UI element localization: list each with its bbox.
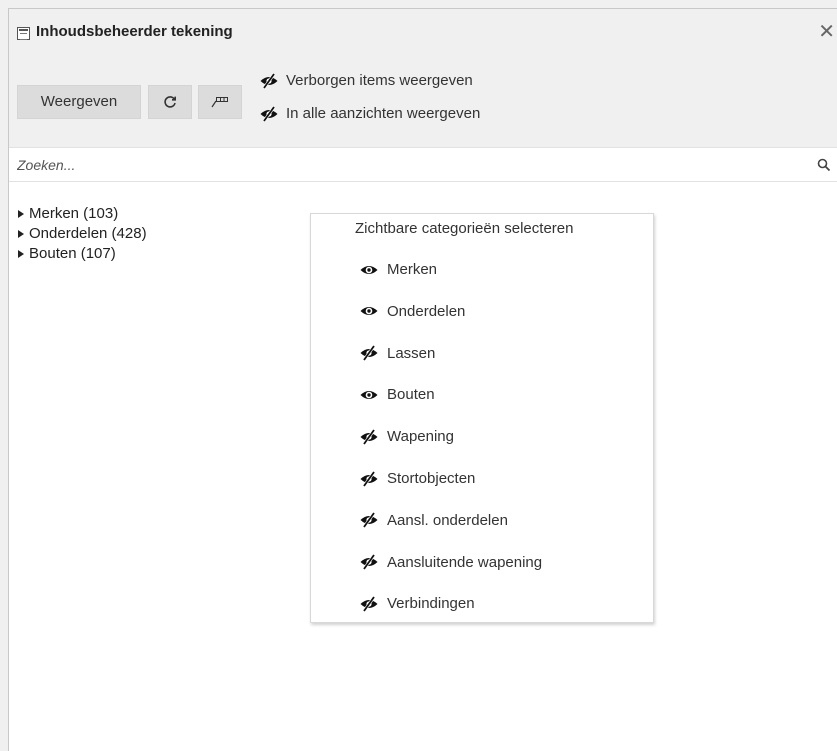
- eye-icon: [360, 265, 378, 274]
- category-item-onderdelen[interactable]: Onderdelen: [359, 303, 465, 320]
- category-label: Verbindingen: [387, 595, 475, 613]
- search-icon[interactable]: [817, 158, 831, 172]
- eye-hidden-icon: [360, 345, 378, 361]
- category-label: Wapening: [387, 428, 454, 446]
- show-in-all-views-label: In alle aanzichten weergeven: [286, 105, 481, 122]
- panel-icon: [17, 27, 30, 40]
- tree-item-merken[interactable]: Merken (103): [18, 204, 147, 224]
- tag-button[interactable]: [198, 85, 242, 119]
- category-label: Onderdelen: [387, 302, 466, 320]
- eye-hidden-icon: [360, 470, 378, 487]
- category-label: Bouten: [387, 386, 435, 404]
- category-label: Aansl. onderdelen: [387, 511, 508, 529]
- eye-icon: [360, 390, 378, 399]
- category-item-verbindingen[interactable]: Verbindingen: [359, 595, 475, 612]
- tree-item-onderdelen[interactable]: Onderdelen (428): [18, 224, 147, 244]
- category-item-merken[interactable]: Merken: [359, 261, 437, 278]
- panel-titlebar: Inhoudsbeheerder tekening ✕: [9, 9, 837, 49]
- category-label: Stortobjecten: [387, 470, 476, 487]
- eye-hidden-icon: [360, 596, 378, 612]
- show-button[interactable]: Weergeven: [17, 85, 141, 119]
- category-label: Merken: [387, 261, 438, 278]
- tree-item-label: Onderdelen (428): [29, 225, 147, 242]
- refresh-icon: [164, 96, 176, 108]
- search-input[interactable]: [17, 148, 797, 181]
- eye-hidden-icon: [360, 512, 378, 529]
- category-item-aansluitende-wapening[interactable]: Aansluitende wapening: [359, 554, 542, 571]
- eye-hidden-icon: [260, 72, 278, 89]
- expand-arrow-icon[interactable]: [18, 230, 24, 238]
- category-item-stortobjecten[interactable]: Stortobjecten: [359, 470, 475, 487]
- visible-categories-popup: Zichtbare categorieën selecteren Merken O…: [310, 213, 654, 623]
- content-area: Merken (103) Onderdelen (428) Bouten (10…: [9, 182, 837, 751]
- eye-hidden-icon: [360, 554, 378, 570]
- toolbar: Weergeven Verborgen items weergeven In a…: [9, 49, 837, 147]
- content-tree: Merken (103) Onderdelen (428) Bouten (10…: [18, 204, 147, 264]
- tree-item-bouten[interactable]: Bouten (107): [18, 244, 147, 264]
- expand-arrow-icon[interactable]: [18, 210, 24, 218]
- category-item-bouten[interactable]: Bouten: [359, 386, 435, 403]
- tree-item-label: Bouten (107): [29, 245, 116, 262]
- panel-title: Inhoudsbeheerder tekening: [36, 23, 233, 40]
- show-hidden-items-option[interactable]: Verborgen items weergeven: [259, 72, 473, 89]
- search-bar: [9, 147, 837, 182]
- eye-hidden-icon: [360, 428, 378, 445]
- tree-item-label: Merken (103): [29, 205, 119, 222]
- category-label: Lassen: [387, 344, 436, 362]
- category-item-aansl-onderdelen[interactable]: Aansl. onderdelen: [359, 512, 508, 529]
- popup-title: Zichtbare categorieën selecteren: [355, 220, 574, 237]
- show-hidden-items-label: Verborgen items weergeven: [286, 72, 473, 89]
- refresh-button[interactable]: [148, 85, 192, 119]
- eye-icon: [360, 307, 378, 316]
- category-item-lassen[interactable]: Lassen: [359, 345, 435, 362]
- eye-hidden-icon: [260, 105, 278, 122]
- category-item-wapening[interactable]: Wapening: [359, 428, 454, 445]
- category-label: Aansluitende wapening: [387, 553, 543, 571]
- tag-icon: [211, 97, 228, 108]
- expand-arrow-icon[interactable]: [18, 250, 24, 258]
- drawing-content-manager-panel: Inhoudsbeheerder tekening ✕ Weergeven Ve…: [8, 8, 837, 751]
- close-icon[interactable]: ✕: [818, 22, 835, 42]
- show-in-all-views-option[interactable]: In alle aanzichten weergeven: [259, 105, 480, 122]
